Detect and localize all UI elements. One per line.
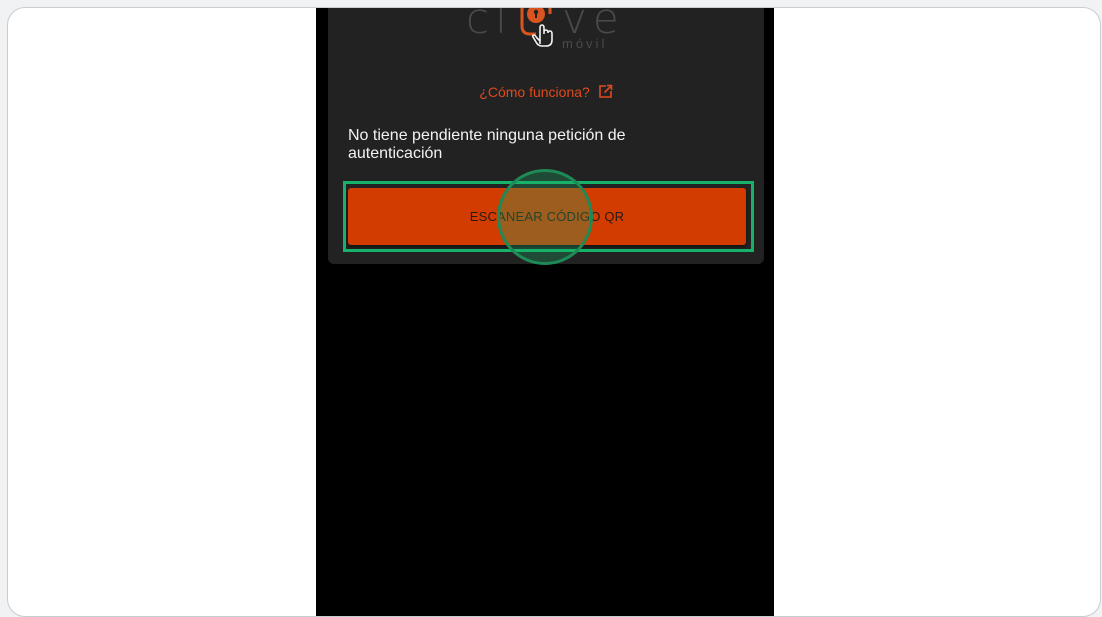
how-it-works-link[interactable]: ¿Cómo funciona? <box>328 84 764 100</box>
lock-hand-icon <box>520 8 553 47</box>
mobile-screen: cl ve móvil ¿Cómo funciona? No tiene pen… <box>316 8 774 616</box>
logo-text-left: cl <box>466 7 513 43</box>
auth-card: cl ve móvil ¿Cómo funciona? No tiene pen… <box>328 8 764 264</box>
scan-qr-button[interactable]: ESCANEAR CÓDIGO QR <box>348 188 746 245</box>
screenshot-frame: cl ve móvil ¿Cómo funciona? No tiene pen… <box>7 7 1101 617</box>
how-it-works-label: ¿Cómo funciona? <box>479 84 590 100</box>
clave-movil-logo: cl ve móvil <box>466 7 646 62</box>
external-link-icon <box>598 84 613 98</box>
status-message: No tiene pendiente ninguna petición de a… <box>348 127 626 162</box>
logo-subtext: móvil <box>562 36 608 51</box>
